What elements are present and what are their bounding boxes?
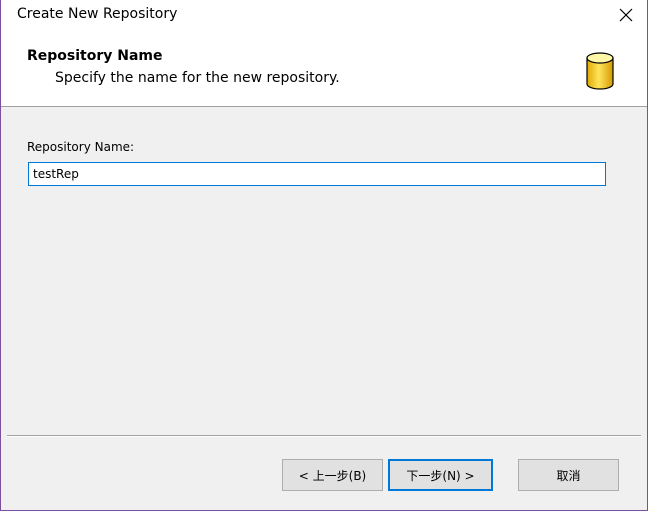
close-button[interactable] [611, 2, 641, 28]
dialog-window: Create New Repository Repository Name Sp… [0, 0, 648, 511]
header-title: Repository Name [27, 48, 163, 64]
window-title: Create New Repository [17, 6, 178, 22]
footer-divider [7, 435, 641, 437]
header-subtitle: Specify the name for the new repository. [55, 70, 340, 86]
cancel-button[interactable]: 取消 [518, 459, 619, 491]
next-button[interactable]: 下一步(N) > [388, 459, 493, 491]
database-icon [586, 52, 614, 90]
repository-name-input[interactable] [28, 162, 606, 186]
wizard-header: Repository Name Specify the name for the… [1, 30, 647, 107]
wizard-content: Repository Name: < 上一步(B) 下一步(N) > 取消 [1, 107, 647, 510]
repository-name-label: Repository Name: [27, 140, 135, 154]
title-bar: Create New Repository [1, 0, 647, 30]
back-button[interactable]: < 上一步(B) [282, 459, 383, 491]
close-icon [619, 8, 633, 22]
